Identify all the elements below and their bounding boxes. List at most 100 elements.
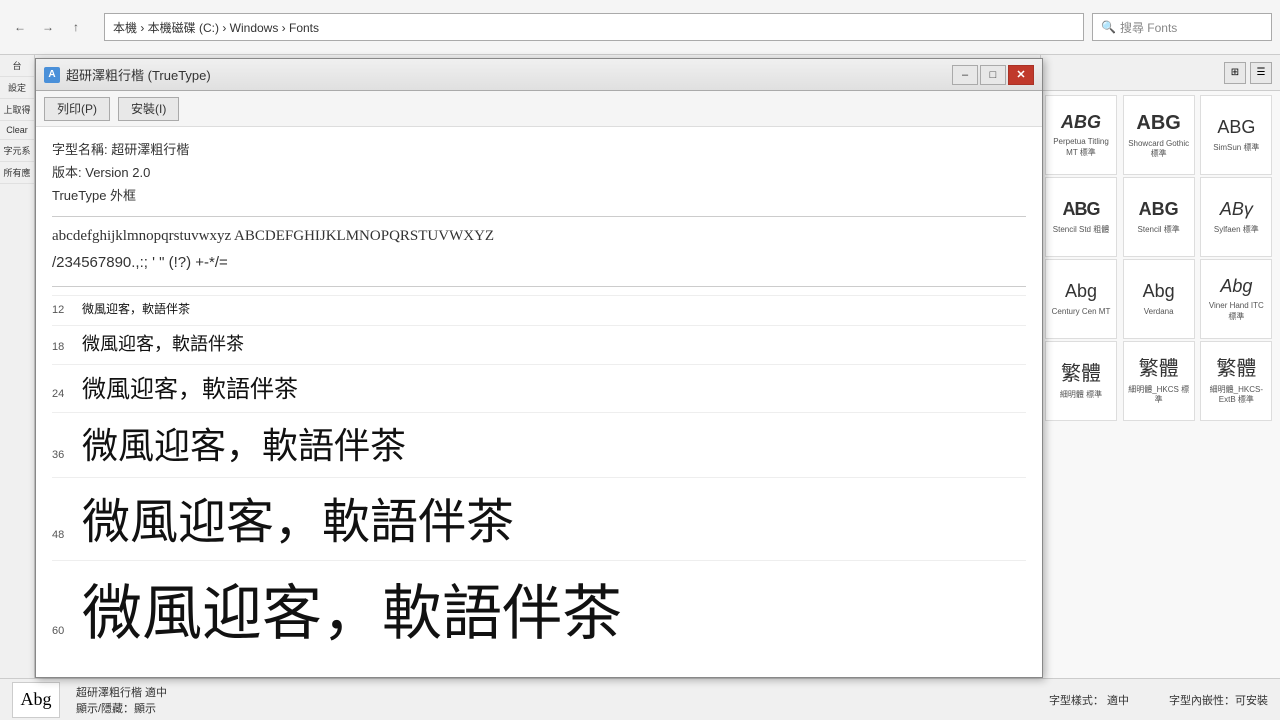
view-list-button[interactable]: ☰ [1250,62,1272,84]
sidebar-item-clear[interactable]: Clear [0,121,34,140]
version-value: Version 2.0 [85,165,150,180]
font-name-label: 字型名稱: [52,142,108,157]
fonts-panel-toolbar: ⊞ ☰ [1041,55,1280,91]
font-label-verdana: Verdana [1144,307,1174,317]
sample-row-60: 60 微風迎客，軟語伴茶 [52,560,1026,641]
font-label-century: Century Cen MT [1052,307,1111,317]
sidebar-item-4[interactable]: 所有應 [0,162,34,184]
font-item-sylfaen[interactable]: ABγ Sylfaen 標準 [1200,177,1272,257]
status-details: 字型樣式： 適中 字型內嵌性：可安裝 [1049,692,1268,708]
status-display: 顯示/隱藏：顯示 [76,700,167,716]
font-preview-mingti-extb: 繁體 [1216,357,1256,381]
sample-text-36: 微風迎客，軟語伴茶 [82,417,406,469]
status-info: 超研澤粗行楷 適中 顯示/隱藏：顯示 [76,684,167,716]
sample-row-36: 36 微風迎客，軟語伴茶 [52,412,1026,469]
font-preview-simsun: ABG [1217,117,1255,139]
font-item-stencil[interactable]: ABG Stencil 標準 [1123,177,1195,257]
font-preview-viner: Abg [1220,276,1252,298]
explorer-window: ← → ↑ 本機 › 本機磁碟 (C:) › Windows › Fonts 🔍… [0,0,1280,720]
view-grid-button[interactable]: ⊞ [1224,62,1246,84]
font-label-simsun: SimSun 標準 [1213,143,1259,153]
font-item-viner[interactable]: Abg Viner Hand ITC 標準 [1200,259,1272,339]
size-label-36: 36 [52,449,82,461]
sample-text-24: 微風迎客，軟語伴茶 [82,369,298,404]
font-type: TrueType 外框 [52,185,1026,204]
font-preview-century: Abg [1065,281,1097,303]
font-preview-verdana: Abg [1143,281,1175,303]
font-item-verdana[interactable]: Abg Verdana [1123,259,1195,339]
font-grid: ABG Perpetua Titling MT 標準 ABG Showcard … [1041,91,1280,425]
font-name-info: 字型名稱: 超研澤粗行楷 [52,139,1026,158]
explorer-toolbar: ← → ↑ 本機 › 本機磁碟 (C:) › Windows › Fonts 🔍… [0,0,1280,55]
status-bar: Abg 超研澤粗行楷 適中 顯示/隱藏：顯示 字型樣式： 適中 字型內嵌性：可安… [0,678,1280,720]
font-preview-dialog: A 超研澤粗行楷 (TrueType) – □ ✕ 列印(P) 安裝(I) 字型… [35,58,1043,678]
font-item-mingti-extb[interactable]: 繁體 細明體_HKCS-ExtB 標準 [1200,341,1272,421]
dialog-toolbar: 列印(P) 安裝(I) [36,91,1042,127]
font-preview-mingti: 繁體 [1061,362,1101,386]
divider-1 [52,216,1026,217]
version-label: 版本: [52,165,82,180]
font-item-showcard[interactable]: ABG Showcard Gothic 標準 [1123,95,1195,175]
font-label-perpetua: Perpetua Titling MT 標準 [1050,137,1112,158]
sample-row-48: 48 微風迎客，軟語伴茶 [52,477,1026,552]
font-name-value: 超研澤粗行楷 [111,142,189,157]
size-label-60: 60 [52,625,82,637]
search-bar[interactable]: 🔍 搜尋 Fonts [1092,13,1272,41]
sidebar-item-0[interactable]: 台 [0,55,34,77]
fonts-panel: ⊞ ☰ ABG Perpetua Titling MT 標準 ABG Showc… [1040,55,1280,720]
maximize-button[interactable]: □ [980,65,1006,85]
sidebar-item-3[interactable]: 字元系 [0,140,34,162]
font-label-sylfaen: Sylfaen 標準 [1214,225,1259,235]
size-label-18: 18 [52,341,82,353]
sample-row-12: 12 微風迎客，軟語伴茶 [52,295,1026,317]
sample-text-18: 微風迎客，軟語伴茶 [82,330,244,356]
status-style: 字型樣式： 適中 [1049,692,1129,708]
font-preview-stencil: ABG [1139,199,1179,221]
font-preview-stencil-std: ABG [1063,199,1100,221]
font-label-stencil: Stencil 標準 [1138,225,1180,235]
numbers-line: /234567890.,:; ' " (!?) +-*/= [52,252,1026,275]
sidebar-item-2[interactable]: 上取得 [0,99,34,121]
up-button[interactable]: ↑ [64,15,88,39]
font-item-century[interactable]: Abg Century Cen MT [1045,259,1117,339]
sample-text-12: 微風迎客，軟語伴茶 [82,300,190,317]
sidebar: 台 設定 上取得 Clear 字元系 所有應 [0,55,35,720]
nav-buttons: ← → ↑ [8,15,88,39]
status-installable: 字型內嵌性：可安裝 [1169,692,1268,708]
size-label-12: 12 [52,304,82,316]
font-preview-sylfaen: ABγ [1220,199,1253,221]
dialog-title-icon: A [44,67,60,83]
dialog-title: A 超研澤粗行楷 (TrueType) [44,65,211,84]
size-label-48: 48 [52,529,82,541]
sidebar-item-1[interactable]: 設定 [0,77,34,99]
font-item-mingti-hkcs[interactable]: 繁體 細明體_HKCS 標準 [1123,341,1195,421]
font-preview-showcard: ABG [1136,111,1180,135]
address-bar[interactable]: 本機 › 本機磁碟 (C:) › Windows › Fonts [104,13,1084,41]
font-label-mingti-extb: 細明體_HKCS-ExtB 標準 [1205,385,1267,406]
address-text: 本機 › 本機磁碟 (C:) › Windows › Fonts [113,19,319,36]
font-label-viner: Viner Hand ITC 標準 [1205,301,1267,322]
alphabet-line: abcdefghijklmnopqrstuvwxyz ABCDEFGHIJKLM… [52,225,1026,248]
font-preview-perpetua: ABG [1061,112,1101,134]
font-item-mingti[interactable]: 繁體 細明體 標準 [1045,341,1117,421]
search-placeholder: 搜尋 Fonts [1120,19,1177,36]
back-button[interactable]: ← [8,15,32,39]
dialog-content: 字型名稱: 超研澤粗行楷 版本: Version 2.0 TrueType 外框… [36,127,1042,641]
divider-2 [52,286,1026,287]
font-preview-mingti-hkcs: 繁體 [1139,357,1179,381]
sample-row-18: 18 微風迎客，軟語伴茶 [52,325,1026,356]
font-item-simsun[interactable]: ABG SimSun 標準 [1200,95,1272,175]
status-font-name: 超研澤粗行楷 適中 [76,684,167,700]
search-icon: 🔍 [1101,20,1116,34]
font-item-perpetua[interactable]: ABG Perpetua Titling MT 標準 [1045,95,1117,175]
size-label-24: 24 [52,388,82,400]
install-button[interactable]: 安裝(I) [118,97,179,121]
font-item-stencil-std[interactable]: ABG Stencil Std 粗體 [1045,177,1117,257]
minimize-button[interactable]: – [952,65,978,85]
print-button[interactable]: 列印(P) [44,97,110,121]
font-label-showcard: Showcard Gothic 標準 [1128,139,1190,160]
close-button[interactable]: ✕ [1008,65,1034,85]
dialog-title-text: 超研澤粗行楷 (TrueType) [66,65,211,84]
sample-text-60: 微風迎客，軟語伴茶 [82,565,622,641]
forward-button[interactable]: → [36,15,60,39]
